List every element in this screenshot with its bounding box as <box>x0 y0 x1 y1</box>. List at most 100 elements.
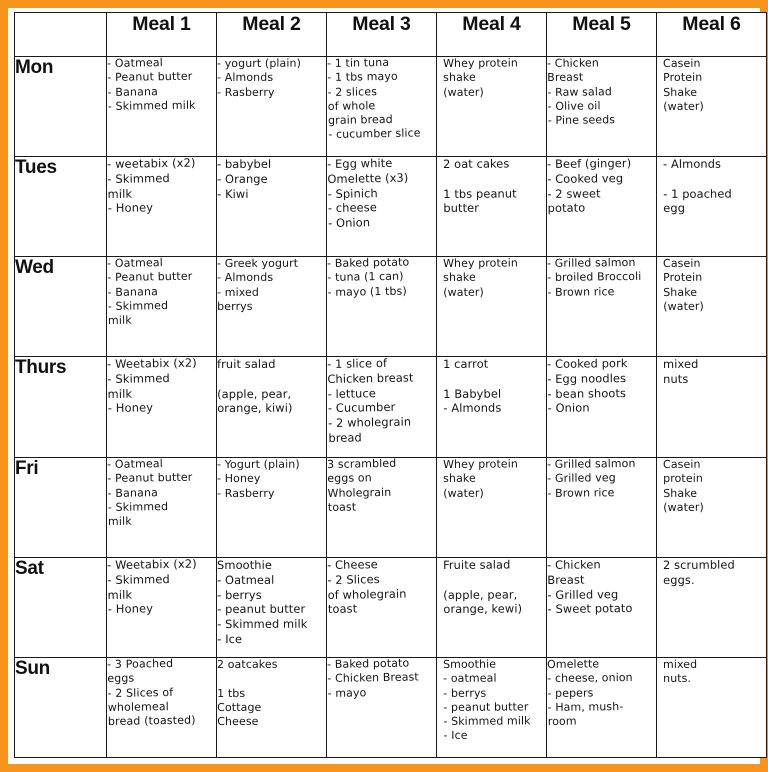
cell-thurs-meal-1: - Weetabix (x2) - Skimmed milk - Honey <box>106 356 217 458</box>
cell-tues-meal-6: - Almonds - 1 poached egg <box>656 156 767 258</box>
row-header-thurs: Thurs <box>14 356 107 458</box>
meal-text: - Oatmeal - Peanut butter - Banana - Ski… <box>107 457 193 528</box>
day-label: Wed <box>15 257 54 279</box>
cell-mon-meal-5: - Chicken Breast - Raw salad - Olive oil… <box>546 55 657 158</box>
meal-text: - Almonds - 1 poached egg <box>662 156 732 216</box>
meal-text: 2 oat cakes 1 tbs peanut butter <box>442 156 517 216</box>
meal-text: fruit salad (apple, pear, orange, kiwi) <box>217 357 293 416</box>
row-header-wed: Wed <box>14 256 107 358</box>
cell-mon-meal-6: Casein Protein Shake (water) <box>656 55 767 158</box>
column-header-meal-2: Meal 2 <box>216 12 327 57</box>
meal-text: - 3 Poached eggs - 2 Slices of wholemeal… <box>107 657 196 729</box>
table-row: Sun - 3 Poached eggs - 2 Slices of whole… <box>14 656 767 759</box>
meal-text: mixed nuts <box>662 357 699 387</box>
meal-text: 2 scrumbled eggs. <box>662 557 735 587</box>
meal-text: - Baked potato - Chicken Breast - mayo <box>327 657 419 700</box>
meal-text: Casein protein Shake (water) <box>662 457 704 514</box>
column-header-meal-4: Meal 4 <box>436 12 547 57</box>
row-header-sun: Sun <box>14 656 107 759</box>
meal-text: - Cheese - 2 Slices of wholegrain toast <box>327 557 407 617</box>
cell-wed-meal-3: - Baked potato - tuna (1 can) - mayo (1 … <box>326 256 437 358</box>
cell-mon-meal-1: - Oatmeal - Peanut butter - Banana - Ski… <box>106 55 217 158</box>
weekly-meal-plan-table: Meal 1 Meal 2 Meal 3 Meal 4 Meal 5 Meal … <box>14 12 767 759</box>
meal-text: - Beef (ginger) - Cooked veg - 2 sweet p… <box>547 156 632 216</box>
cell-sun-meal-5: Omelette - cheese, onion - pepers - Ham,… <box>546 656 657 759</box>
cell-sun-meal-4: Smoothie - oatmeal - berrys - peanut but… <box>436 656 547 759</box>
meal-text: Smoothie - Oatmeal - berrys - peanut but… <box>217 557 308 646</box>
table-row: Mon - Oatmeal - Peanut butter - Banana -… <box>14 55 767 158</box>
day-label: Tues <box>15 157 57 179</box>
meal-text: - yogurt (plain) - Almonds - Rasberry <box>217 56 302 99</box>
meal-text: - Baked potato - tuna (1 can) - mayo (1 … <box>327 256 410 299</box>
orange-page-border: Meal 1 Meal 2 Meal 3 Meal 4 Meal 5 Meal … <box>0 0 768 772</box>
white-paper-mat: Meal 1 Meal 2 Meal 3 Meal 4 Meal 5 Meal … <box>8 8 767 764</box>
meal-text: - 1 tin tuna - 1 tbs mayo - 2 slices of … <box>327 56 421 142</box>
cell-wed-meal-6: Casein Protein Shake (water) <box>656 256 767 358</box>
row-header-fri: Fri <box>14 456 107 558</box>
table-row: Thurs - Weetabix (x2) - Skimmed milk - H… <box>14 356 767 458</box>
meal-text: 3 scrambled eggs on Wholegrain toast <box>327 457 397 514</box>
table-row: Fri - Oatmeal - Peanut butter - Banana -… <box>14 456 767 558</box>
cell-fri-meal-2: - Yogurt (plain) - Honey - Rasberry <box>216 456 327 558</box>
meal-text: Casein Protein Shake (water) <box>662 257 704 314</box>
cell-thurs-meal-2: fruit salad (apple, pear, orange, kiwi) <box>216 356 327 458</box>
corner-cell <box>14 12 107 57</box>
table-row: Tues - weetabix (x2) - Skimmed milk - Ho… <box>14 156 767 258</box>
meal-text: - Greek yogurt - Almonds - mixed berrys <box>217 256 299 314</box>
meal-text: - Oatmeal - Peanut butter - Banana - Ski… <box>107 56 196 113</box>
table-row: Sat - Weetabix (x2) - Skimmed milk - Hon… <box>14 556 767 658</box>
day-label: Sun <box>15 657 50 679</box>
cell-sat-meal-5: - Chicken Breast - Grilled veg - Sweet p… <box>546 556 657 658</box>
meal-text: - Chicken Breast - Grilled veg - Sweet p… <box>547 557 633 617</box>
meal-text: - babybel - Orange - Kiwi <box>217 156 272 201</box>
cell-tues-meal-5: - Beef (ginger) - Cooked veg - 2 sweet p… <box>546 156 657 258</box>
meal-text: - Egg white Omelette (x3) - Spinich - ch… <box>327 156 409 231</box>
cell-wed-meal-1: - Oatmeal - Peanut butter - Banana - Ski… <box>106 256 217 358</box>
meal-text: - Oatmeal - Peanut butter - Banana - Ski… <box>107 256 193 328</box>
cell-sat-meal-2: Smoothie - Oatmeal - berrys - peanut but… <box>216 556 327 658</box>
cell-wed-meal-2: - Greek yogurt - Almonds - mixed berrys <box>216 256 327 358</box>
day-label: Mon <box>15 57 54 78</box>
cell-tues-meal-4: 2 oat cakes 1 tbs peanut butter <box>436 156 547 258</box>
day-label: Fri <box>15 457 39 479</box>
cell-fri-meal-6: Casein protein Shake (water) <box>656 456 767 558</box>
meal-text: Fruite salad (apple, pear, orange, kewi) <box>442 557 523 617</box>
cell-mon-meal-3: - 1 tin tuna - 1 tbs mayo - 2 slices of … <box>326 55 437 158</box>
cell-tues-meal-3: - Egg white Omelette (x3) - Spinich - ch… <box>326 156 437 258</box>
cell-thurs-meal-6: mixed nuts <box>656 356 767 458</box>
cell-fri-meal-4: Whey protein shake (water) <box>436 456 547 558</box>
cell-mon-meal-4: Whey protein shake (water) <box>436 55 547 158</box>
cell-tues-meal-2: - babybel - Orange - Kiwi <box>216 156 327 258</box>
row-header-tues: Tues <box>14 156 107 258</box>
column-header-meal-1: Meal 1 <box>106 12 217 57</box>
meal-text: - Weetabix (x2) - Skimmed milk - Honey <box>107 557 197 617</box>
cell-fri-meal-5: - Grilled salmon - Grilled veg - Brown r… <box>546 456 657 558</box>
meal-text: - Cooked pork - Egg noodles - bean shoot… <box>547 356 628 416</box>
cell-sat-meal-6: 2 scrumbled eggs. <box>656 556 767 658</box>
meal-text: Whey protein shake (water) <box>442 56 519 99</box>
meal-text: Omelette - cheese, onion - pepers - Ham,… <box>547 657 633 729</box>
cell-sun-meal-6: mixed nuts. <box>656 656 767 759</box>
meal-text: - Grilled salmon - broiled Broccoli - Br… <box>547 256 642 299</box>
cell-sun-meal-1: - 3 Poached eggs - 2 Slices of wholemeal… <box>106 656 217 759</box>
meal-text: - Chicken Breast - Raw salad - Olive oil… <box>547 56 616 128</box>
meal-text: Smoothie - oatmeal - berrys - peanut but… <box>442 657 531 743</box>
row-header-sat: Sat <box>14 556 107 658</box>
meal-text: - 1 slice of Chicken breast - lettuce - … <box>327 356 414 446</box>
table-body: Mon - Oatmeal - Peanut butter - Banana -… <box>14 55 767 759</box>
cell-thurs-meal-5: - Cooked pork - Egg noodles - bean shoot… <box>546 356 657 458</box>
cell-thurs-meal-4: 1 carrot 1 Babybel - Almonds <box>436 356 547 458</box>
cell-fri-meal-1: - Oatmeal - Peanut butter - Banana - Ski… <box>106 456 217 558</box>
cell-thurs-meal-3: - 1 slice of Chicken breast - lettuce - … <box>326 356 437 458</box>
day-label: Sat <box>15 557 44 579</box>
row-header-mon: Mon <box>14 55 107 158</box>
meal-text: - Grilled salmon - Grilled veg - Brown r… <box>547 457 636 500</box>
cell-wed-meal-4: Whey protein shake (water) <box>436 256 547 358</box>
cell-sat-meal-4: Fruite salad (apple, pear, orange, kewi) <box>436 556 547 658</box>
day-label: Thurs <box>15 357 67 379</box>
meal-text: Casein Protein Shake (water) <box>662 56 704 113</box>
cell-sun-meal-3: - Baked potato - Chicken Breast - mayo <box>326 656 437 759</box>
meal-text: - Weetabix (x2) - Skimmed milk - Honey <box>107 356 197 416</box>
cell-tues-meal-1: - weetabix (x2) - Skimmed milk - Honey <box>106 156 217 258</box>
meal-text: mixed nuts. <box>662 657 698 686</box>
